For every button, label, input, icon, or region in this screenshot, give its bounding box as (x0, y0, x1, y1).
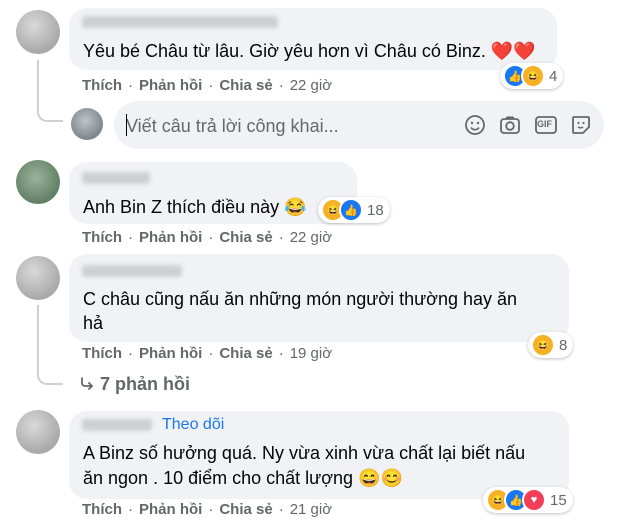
gif-icon[interactable]: GIF (534, 113, 558, 137)
avatar[interactable] (16, 10, 60, 54)
timestamp[interactable]: 22 giờ (290, 229, 332, 246)
reply-button[interactable]: Phản hồi (139, 229, 202, 246)
follow-link[interactable]: Theo dõi (162, 416, 224, 434)
timestamp[interactable]: 19 giờ (290, 345, 332, 362)
comment-actions: Thích · Phản hồi · Chia sẻ · 22 giờ (82, 77, 333, 94)
reaction-summary[interactable]: 😆 👍 ♥ 15 (483, 487, 573, 513)
reply-button[interactable]: Phản hồi (139, 501, 202, 518)
share-button[interactable]: Chia sẻ (219, 345, 272, 362)
comment-text: Anh Bin Z thích điều này 😂 (83, 197, 307, 217)
comment-text-line1: C châu cũng nấu ăn những món người thườn… (83, 289, 518, 309)
reply-input[interactable] (114, 101, 448, 151)
avatar[interactable] (16, 410, 60, 454)
thread-connector (37, 305, 63, 385)
reaction-count: 15 (550, 491, 567, 509)
like-button[interactable]: Thích (82, 501, 122, 518)
comment-text: Yêu bé Châu từ lâu. Giờ yêu hơn vì Châu … (83, 41, 536, 61)
reaction-count: 8 (559, 336, 568, 354)
reaction-summary[interactable]: 😆 👍 18 (318, 197, 390, 223)
comment-author[interactable] (82, 419, 152, 431)
share-button[interactable]: Chia sẻ (219, 229, 272, 246)
replies-count: 7 phản hồi (100, 374, 190, 394)
love-icon: ♥ (522, 488, 546, 512)
camera-icon[interactable] (498, 113, 522, 137)
share-button[interactable]: Chia sẻ (219, 77, 272, 94)
sticker-icon[interactable] (569, 113, 593, 137)
text-caret (126, 114, 127, 136)
share-button[interactable]: Chia sẻ (219, 501, 272, 518)
reply-button[interactable]: Phản hồi (139, 345, 202, 362)
timestamp[interactable]: 22 giờ (290, 77, 332, 94)
current-user-avatar (71, 108, 103, 140)
haha-icon: 😆 (521, 64, 545, 88)
comment-actions: Thích · Phản hồi · Chia sẻ · 21 giờ (82, 501, 333, 518)
like-icon: 👍 (339, 198, 363, 222)
comment-text-line1: A Binz số hưởng quá. Ny vừa xinh vừa chấ… (83, 443, 526, 463)
haha-icon: 😆 (531, 333, 555, 357)
comment-author[interactable] (82, 172, 150, 184)
like-button[interactable]: Thích (82, 345, 122, 362)
comment-author[interactable] (82, 16, 278, 28)
reply-composer: GIF (114, 101, 604, 151)
comment-text-line2: ăn ngon . 10 điểm cho chất lượng 😄😊 (83, 468, 403, 488)
reply-arrow-icon (80, 374, 94, 395)
timestamp[interactable]: 21 giờ (290, 501, 332, 518)
gif-label: GIF (537, 119, 552, 129)
avatar[interactable] (16, 160, 60, 204)
reaction-summary[interactable]: 😆 8 (528, 332, 574, 358)
reaction-summary[interactable]: 👍 😆 4 (500, 63, 564, 89)
view-replies-link[interactable]: 7 phản hồi (80, 374, 190, 395)
comment-text-line2: hả (83, 313, 104, 333)
reaction-count: 18 (367, 201, 384, 219)
reaction-count: 4 (549, 67, 558, 85)
thread-connector (37, 60, 63, 122)
comment-author[interactable] (82, 265, 182, 277)
avatar[interactable] (16, 256, 60, 300)
comment-actions: Thích · Phản hồi · Chia sẻ · 19 giờ (82, 345, 333, 362)
like-button[interactable]: Thích (82, 229, 122, 246)
reply-button[interactable]: Phản hồi (139, 77, 202, 94)
like-button[interactable]: Thích (82, 77, 122, 94)
comment-actions: Thích · Phản hồi · Chia sẻ · 22 giờ (82, 229, 333, 246)
emoji-icon[interactable] (463, 113, 487, 137)
